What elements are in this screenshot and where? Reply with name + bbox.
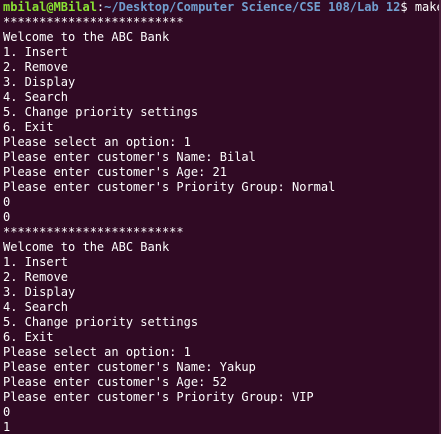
- output-line: 4. Search: [3, 90, 69, 104]
- output-line: 2. Remove: [3, 270, 69, 284]
- output-line: *************************: [3, 225, 184, 239]
- output-line: Please enter customer's Age: 52: [3, 375, 227, 389]
- output-line: Please enter customer's Age: 21: [3, 165, 227, 179]
- prompt-command: make: [414, 0, 441, 14]
- output-line: 0: [3, 210, 11, 224]
- output-line: 0: [3, 195, 11, 209]
- output-line: Please select an option: 1: [3, 135, 191, 149]
- output-line: 3. Display: [3, 285, 76, 299]
- prompt-line: mbilal@MBilal:~/Desktop/Computer Science…: [3, 0, 441, 15]
- prompt-user-host: mbilal@MBilal: [3, 0, 97, 14]
- output-line: 0: [3, 405, 11, 419]
- output-line: 5. Change priority settings: [3, 105, 199, 119]
- output-line: Please select an option: 1: [3, 345, 191, 359]
- output-line: Welcome to the ABC Bank: [3, 240, 170, 254]
- output-line: Please enter customer's Priority Group: …: [3, 390, 314, 404]
- output-line: 1. Insert: [3, 255, 69, 269]
- output-line: 1: [3, 420, 11, 434]
- output-line: *************************: [3, 15, 184, 29]
- output-line: 2. Remove: [3, 60, 69, 74]
- output-line: Please enter customer's Name: Yakup: [3, 360, 256, 374]
- output-line: 6. Exit: [3, 330, 54, 344]
- terminal-window[interactable]: mbilal@MBilal:~/Desktop/Computer Science…: [0, 0, 441, 434]
- output-line: Please enter customer's Name: Bilal: [3, 150, 256, 164]
- terminal-output: ************************* Welcome to the …: [3, 15, 441, 434]
- prompt-dollar: $: [400, 0, 415, 14]
- output-line: Welcome to the ABC Bank: [3, 30, 170, 44]
- output-line: 4. Search: [3, 300, 69, 314]
- output-line: 1. Insert: [3, 45, 69, 59]
- prompt-path: ~/Desktop/Computer Science/CSE 108/Lab 1…: [104, 0, 401, 14]
- output-line: 3. Display: [3, 75, 76, 89]
- output-line: 6. Exit: [3, 120, 54, 134]
- output-line: 5. Change priority settings: [3, 315, 199, 329]
- output-line: Please enter customer's Priority Group: …: [3, 180, 336, 194]
